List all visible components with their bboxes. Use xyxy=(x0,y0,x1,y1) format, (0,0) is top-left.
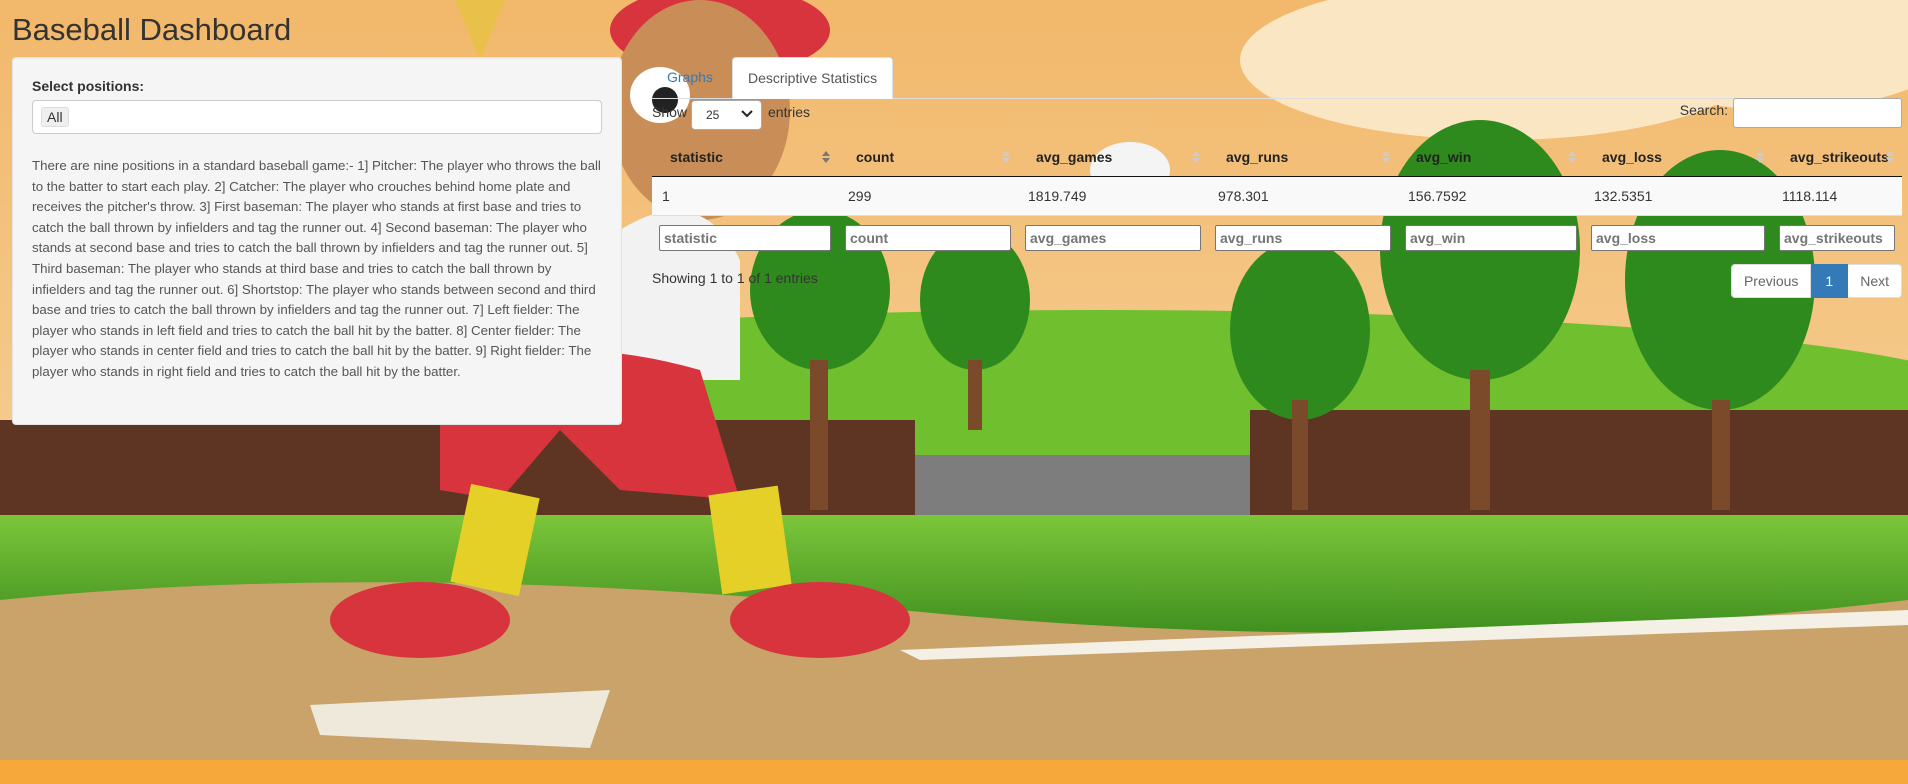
sort-icon xyxy=(822,151,830,163)
sort-icon xyxy=(1886,151,1894,163)
column-header-avg-games[interactable]: avg_games xyxy=(1018,138,1208,177)
filter-input-avg-games[interactable] xyxy=(1025,225,1201,251)
filter-input-avg-loss[interactable] xyxy=(1591,225,1765,251)
chevron-down-icon xyxy=(741,110,753,118)
app-title: Baseball Dashboard xyxy=(12,12,292,47)
column-header-count[interactable]: count xyxy=(838,138,1018,177)
filter-input-count[interactable] xyxy=(845,225,1011,251)
sort-icon xyxy=(1002,151,1010,163)
page-length-value: 25 xyxy=(706,108,720,122)
table-cell: 1819.749 xyxy=(1018,176,1208,216)
column-header-statistic[interactable]: statistic xyxy=(652,138,838,177)
previous-page-button[interactable]: Previous xyxy=(1730,264,1812,298)
filter-input-avg-win[interactable] xyxy=(1405,225,1577,251)
table-cell: 1 xyxy=(652,176,838,216)
filter-input-avg-strikeouts[interactable] xyxy=(1779,225,1895,251)
statistics-table: statistic count avg_games avg_runs avg_w… xyxy=(652,138,1902,260)
positions-description: There are nine positions in a standard b… xyxy=(32,158,601,379)
table-cell: 156.7592 xyxy=(1398,176,1584,216)
table-cell: 978.301 xyxy=(1208,176,1398,216)
column-header-avg-strikeouts[interactable]: avg_strikeouts xyxy=(1772,138,1902,177)
table-info: Showing 1 to 1 of 1 entries xyxy=(652,270,818,286)
select-positions-label: Select positions: xyxy=(32,78,145,94)
show-label: Show xyxy=(652,104,688,120)
sort-icon xyxy=(1382,151,1390,163)
table-cell: 132.5351 xyxy=(1584,176,1772,216)
sort-icon xyxy=(1192,151,1200,163)
tab-graphs[interactable]: Graphs xyxy=(652,57,728,98)
column-header-avg-win[interactable]: avg_win xyxy=(1398,138,1584,177)
selected-position-chip[interactable]: All xyxy=(41,107,69,127)
sidebar-panel: Select positions: All There are nine pos… xyxy=(12,57,622,425)
table-header-row: statistic count avg_games avg_runs avg_w… xyxy=(652,138,1902,177)
search-input[interactable] xyxy=(1733,98,1902,128)
table-cell: 1118.114 xyxy=(1772,176,1902,216)
main-tabs: Graphs Descriptive Statistics xyxy=(652,57,1900,99)
positions-select[interactable]: All xyxy=(32,100,602,134)
page-length-select[interactable]: 25 xyxy=(691,100,762,130)
filter-input-statistic[interactable] xyxy=(659,225,831,251)
sort-icon xyxy=(1756,151,1764,163)
tab-descriptive-statistics[interactable]: Descriptive Statistics xyxy=(732,57,894,99)
column-header-avg-runs[interactable]: avg_runs xyxy=(1208,138,1398,177)
filter-input-avg-runs[interactable] xyxy=(1215,225,1391,251)
table-cell: 299 xyxy=(838,176,1018,216)
column-filter-row xyxy=(652,216,1902,261)
table-row: 1 299 1819.749 978.301 156.7592 132.5351… xyxy=(652,176,1902,216)
pagination: Previous 1 Next xyxy=(1730,264,1902,298)
entries-label: entries xyxy=(768,104,811,120)
sort-icon xyxy=(1568,151,1576,163)
next-page-button[interactable]: Next xyxy=(1848,264,1902,298)
page-1-button[interactable]: 1 xyxy=(1811,264,1849,298)
search-label: Search: xyxy=(1679,102,1728,118)
column-header-avg-loss[interactable]: avg_loss xyxy=(1584,138,1772,177)
